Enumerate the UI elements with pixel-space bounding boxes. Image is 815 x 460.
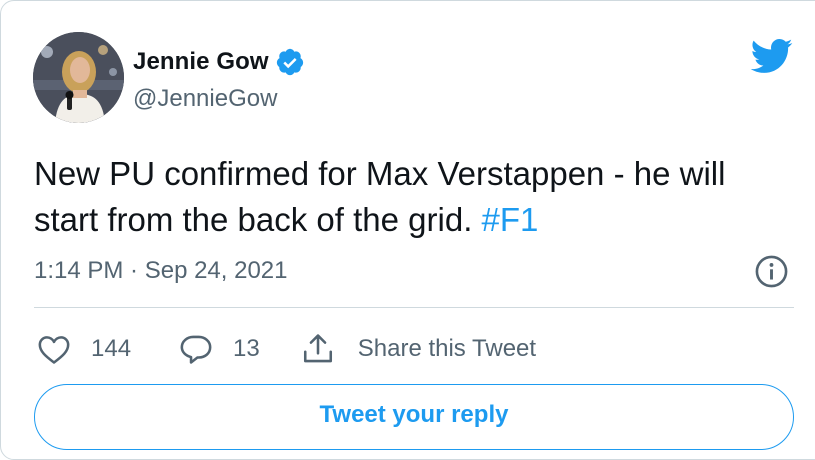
divider bbox=[34, 307, 794, 308]
share-icon bbox=[303, 334, 332, 363]
share-label: Share this Tweet bbox=[357, 335, 537, 362]
hashtag-link[interactable]: #F1 bbox=[482, 201, 539, 238]
tweet-body: New PU confirmed for Max Verstappen - he… bbox=[34, 155, 726, 238]
reply-button[interactable]: 13 bbox=[179, 332, 260, 366]
author-name-row[interactable]: Jennie Gow bbox=[133, 47, 305, 77]
twitter-bird-icon[interactable] bbox=[749, 37, 793, 75]
author-handle[interactable]: @JennieGow bbox=[133, 85, 277, 113]
speech-bubble-icon bbox=[180, 335, 212, 364]
share-button[interactable]: Share this Tweet bbox=[300, 332, 536, 366]
tweet-text: New PU confirmed for Max Verstappen - he… bbox=[34, 151, 794, 243]
tweet-card: Jennie Gow @JennieGow New PU confirmed f… bbox=[0, 0, 815, 460]
like-count: 144 bbox=[91, 335, 132, 362]
tweet-actions: 144 13 Share this Tweet bbox=[37, 329, 536, 369]
like-button[interactable]: 144 bbox=[37, 333, 131, 365]
author-display-name[interactable]: Jennie Gow bbox=[133, 48, 269, 76]
avatar[interactable] bbox=[33, 32, 124, 123]
tweet-your-reply-button[interactable]: Tweet your reply bbox=[34, 384, 794, 450]
avatar-photo bbox=[33, 32, 124, 123]
heart-icon bbox=[38, 336, 70, 364]
info-icon[interactable] bbox=[754, 254, 789, 289]
tweet-timestamp[interactable]: 1:14 PM · Sep 24, 2021 bbox=[34, 257, 288, 285]
verified-badge-icon bbox=[275, 47, 305, 77]
reply-count: 13 bbox=[233, 335, 260, 362]
